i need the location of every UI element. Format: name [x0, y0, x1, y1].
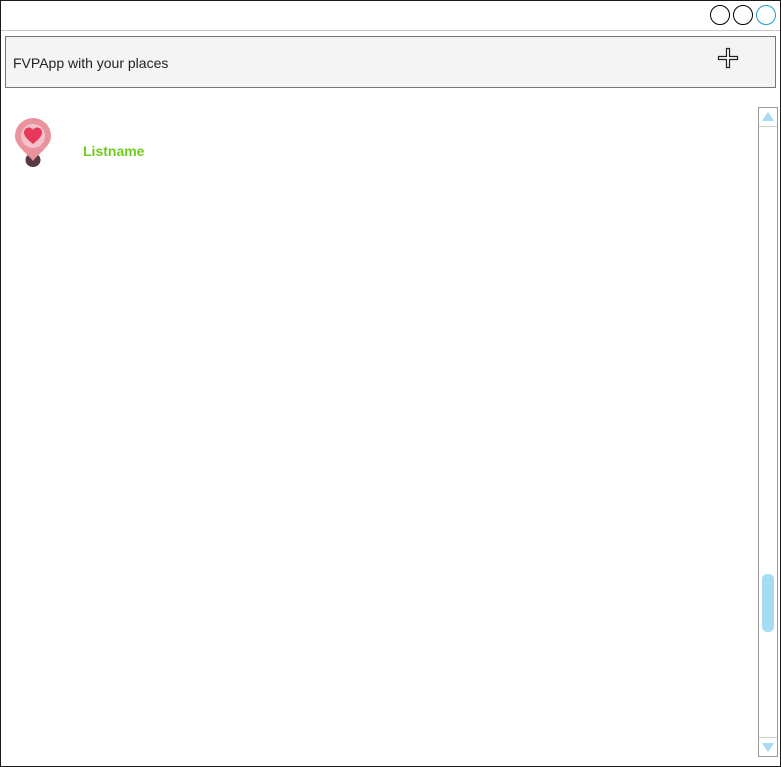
scroll-down-button[interactable]	[759, 737, 777, 756]
vertical-scrollbar[interactable]	[758, 107, 778, 757]
header-bar: FVPApp with your places	[5, 36, 776, 88]
heart-pin-icon	[13, 116, 53, 170]
list-item-label: Listname	[83, 143, 145, 159]
list-item[interactable]: Listname	[5, 114, 745, 170]
title-divider	[1, 30, 780, 31]
window-circle-button[interactable]	[733, 5, 753, 25]
triangle-down-icon	[762, 743, 774, 752]
plus-icon	[717, 47, 739, 69]
window-circle-button-active[interactable]	[756, 5, 776, 25]
scroll-thumb[interactable]	[762, 574, 774, 633]
places-list: Listname	[5, 106, 755, 756]
window-controls	[710, 5, 776, 25]
triangle-up-icon	[762, 112, 774, 121]
app-title: FVPApp with your places	[13, 55, 169, 71]
scroll-up-button[interactable]	[759, 108, 777, 127]
add-place-button[interactable]	[716, 46, 740, 70]
window-circle-button[interactable]	[710, 5, 730, 25]
app-window: FVPApp with your places Listname	[0, 0, 781, 767]
